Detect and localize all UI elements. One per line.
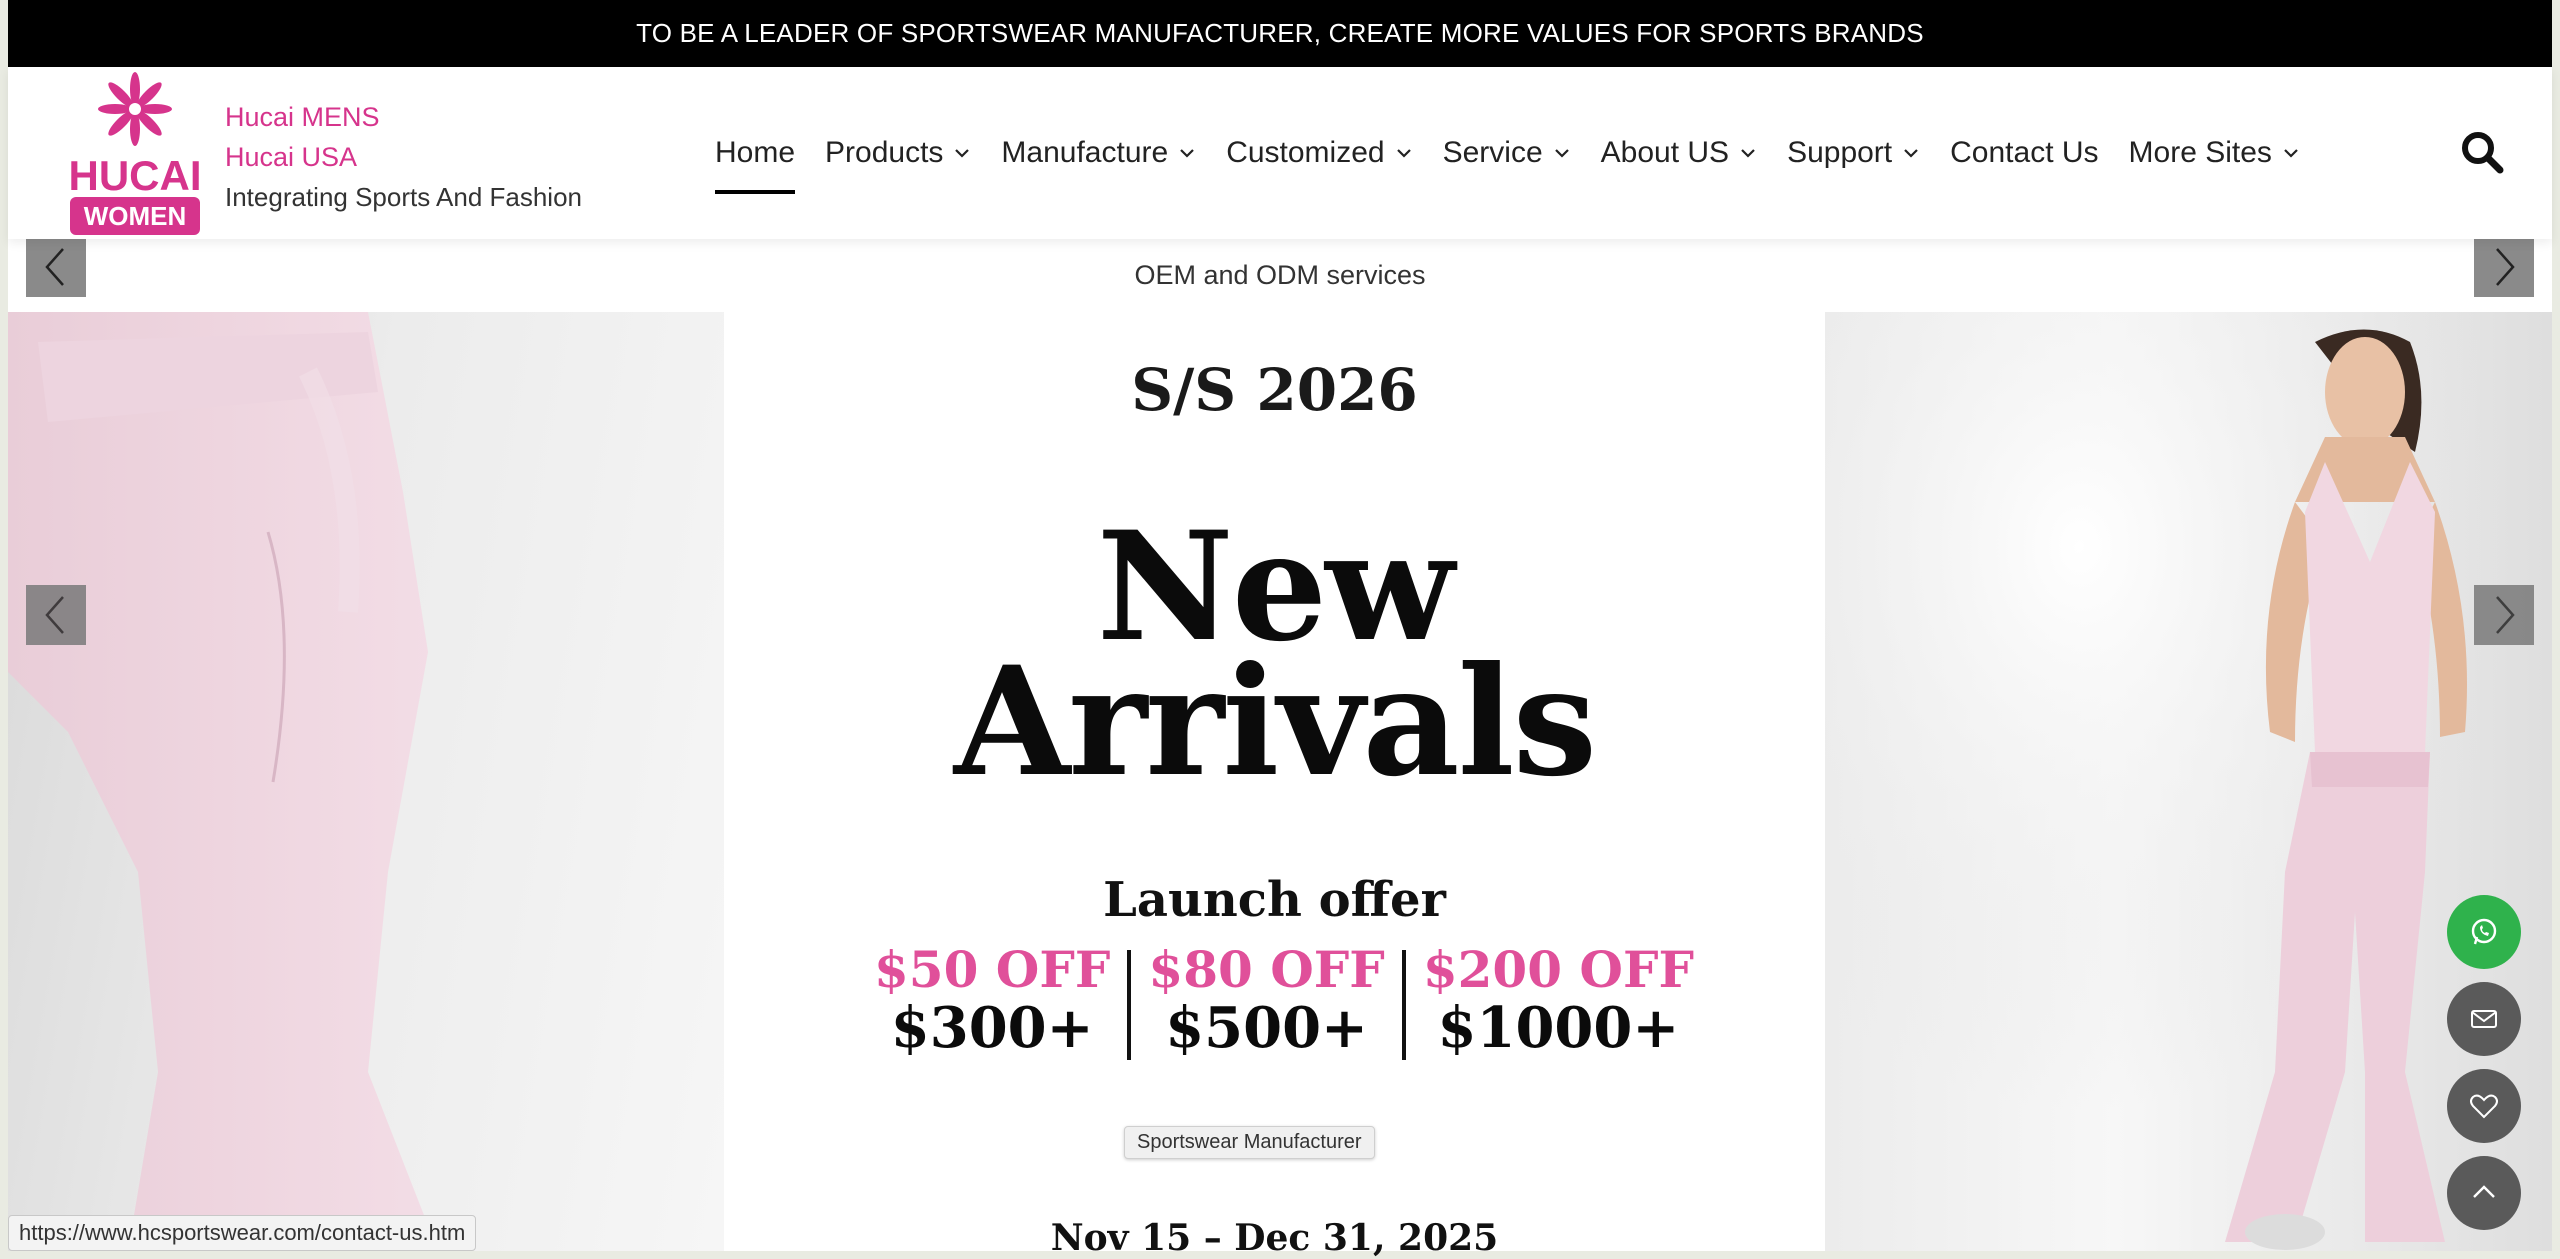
brand-tagline: Integrating Sports And Fashion xyxy=(225,182,583,212)
hero-promo-panel: S/S 2026 New Arrivals Launch offer $50 O… xyxy=(724,312,1825,1259)
chevron-down-icon xyxy=(955,149,970,158)
offer-divider xyxy=(1127,950,1132,1060)
whatsapp-icon xyxy=(2471,918,2497,945)
top-banner-text: TO BE A LEADER OF SPORTSWEAR MANUFACTURE… xyxy=(636,18,1924,48)
search-icon[interactable] xyxy=(2460,130,2504,174)
offer-tier-2: $80 OFF $500+ xyxy=(1148,942,1384,1060)
hero-image-left xyxy=(8,312,724,1251)
nav-item-label: Manufacture xyxy=(1001,136,1169,169)
hucai-mens-link[interactable]: Hucai MENS xyxy=(225,97,582,137)
offer-divider xyxy=(1401,950,1406,1060)
back-to-top-button[interactable] xyxy=(2447,1156,2521,1230)
hero-image-right xyxy=(1825,312,2552,1251)
pink-leggings-photo xyxy=(8,312,438,1251)
nav-item-label: Products xyxy=(825,136,944,169)
whatsapp-button[interactable] xyxy=(2447,895,2521,969)
sportswear-manufacturer-tooltip: Sportswear Manufacturer xyxy=(1124,1126,1375,1159)
chevron-down-icon xyxy=(1904,149,1918,158)
chevron-down-icon xyxy=(2284,149,2298,158)
window-frame-right xyxy=(2552,0,2560,1259)
logo-badge: WOMEN xyxy=(84,201,187,231)
nav-item-label: Support xyxy=(1787,136,1893,169)
headline-new: New xyxy=(1096,499,1455,675)
promo-dates: Nov 15 – Dec 31, 2025 xyxy=(1050,1217,1499,1259)
offer-minimum: $1000+ xyxy=(1437,995,1680,1061)
brand-block: Hucai MENS Hucai USA Integrating Sports … xyxy=(225,97,582,217)
offer-minimum: $500+ xyxy=(1165,995,1368,1061)
top-banner: TO BE A LEADER OF SPORTSWEAR MANUFACTURE… xyxy=(8,0,2552,67)
nav-item-contact-us[interactable]: Contact Us xyxy=(1950,67,2098,239)
hero-next-button[interactable] xyxy=(2474,585,2534,645)
offer-discount: $200 OFF xyxy=(1422,940,1694,999)
window-frame-left xyxy=(0,0,8,1259)
chevron-down-icon xyxy=(1396,149,1411,158)
offer-tier-1: $50 OFF $300+ xyxy=(874,942,1110,1060)
chevron-left-icon xyxy=(45,248,64,286)
hero-prev-button[interactable] xyxy=(26,585,86,645)
chevron-left-icon xyxy=(45,596,64,634)
hucai-usa-link[interactable]: Hucai USA xyxy=(225,137,582,177)
nav-item-home[interactable]: Home xyxy=(715,67,796,239)
chevron-right-icon xyxy=(2496,596,2515,634)
slider-next-button[interactable] xyxy=(2474,237,2534,297)
nav-item-label: About US xyxy=(1600,136,1730,169)
nav-item-service[interactable]: Service xyxy=(1443,67,1571,239)
nav-item-customized[interactable]: Customized xyxy=(1226,67,1412,239)
model-photo xyxy=(1825,312,2552,1251)
offer-minimum: $300+ xyxy=(890,995,1094,1061)
launch-offer-label: Launch offer xyxy=(1103,872,1446,928)
chevron-up-icon xyxy=(2473,1185,2495,1198)
nav-item-products[interactable]: Products xyxy=(825,67,971,239)
offers-row: $50 OFF $300+ $80 OFF $500+ $200 OFF $10… xyxy=(874,942,1694,1060)
chevron-right-icon xyxy=(2496,248,2515,286)
nav-item-label: Customized xyxy=(1226,136,1385,169)
status-bar-url: https://www.hcsportswear.com/contact-us.… xyxy=(8,1215,477,1251)
logo-wordmark: HUCAI xyxy=(69,152,202,199)
heart-icon xyxy=(2470,1094,2498,1119)
site-header: HUCAI WOMEN Hucai MENS Hucai USA Integra… xyxy=(8,67,2552,239)
slider-caption-text: OEM and ODM services xyxy=(1134,260,1426,290)
offer-tier-3: $200 OFF $1000+ xyxy=(1423,942,1694,1060)
nav-item-label: Service xyxy=(1442,136,1543,169)
nav-item-about-us[interactable]: About US xyxy=(1601,67,1757,239)
season-label: S/S 2026 xyxy=(1131,356,1418,424)
chevron-down-icon xyxy=(1741,149,1755,158)
hucai-women-logo[interactable]: HUCAI WOMEN xyxy=(68,67,202,237)
nav-item-label: More Sites xyxy=(2128,136,2272,169)
favorite-button[interactable] xyxy=(2447,1069,2521,1143)
chevron-down-icon xyxy=(1554,149,1569,158)
nav-item-label: Contact Us xyxy=(1950,136,2099,169)
chevron-down-icon xyxy=(1180,149,1194,158)
main-nav: Home Products Manufacture Customized Ser… xyxy=(715,67,2330,239)
nav-item-support[interactable]: Support xyxy=(1787,67,1920,239)
nav-item-label: Home xyxy=(715,136,796,169)
slider-prev-button[interactable] xyxy=(26,237,86,297)
email-button[interactable] xyxy=(2447,982,2521,1056)
nav-item-more-sites[interactable]: More Sites xyxy=(2129,67,2300,239)
nav-item-manufacture[interactable]: Manufacture xyxy=(1001,67,1196,239)
status-url-text: https://www.hcsportswear.com/contact-us.… xyxy=(19,1220,466,1245)
slider-caption: OEM and ODM services xyxy=(8,239,2552,312)
offer-discount: $50 OFF xyxy=(874,940,1111,999)
headline-arrivals: Arrivals xyxy=(953,634,1597,810)
mail-icon xyxy=(2471,1010,2497,1028)
offer-discount: $80 OFF xyxy=(1148,940,1385,999)
